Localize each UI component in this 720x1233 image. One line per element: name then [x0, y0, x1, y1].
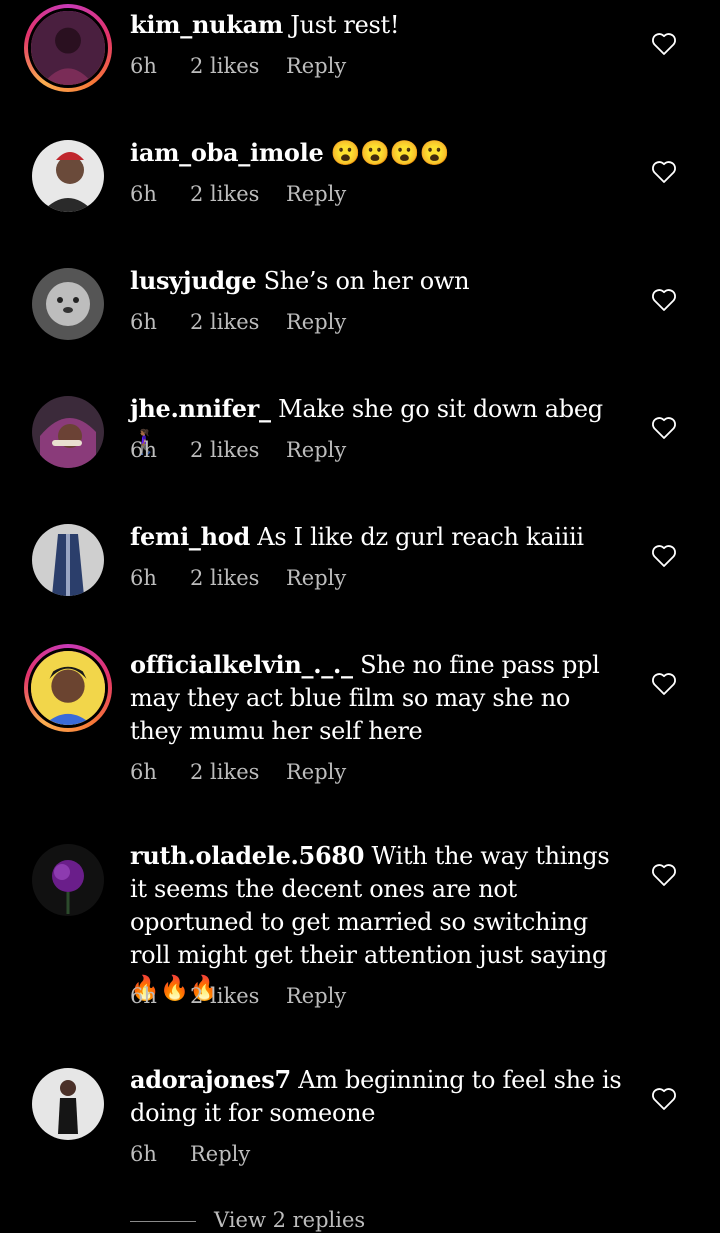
comment-meta: 6h Reply — [130, 1142, 250, 1166]
timestamp: 6h — [130, 760, 157, 784]
username[interactable]: ruth.oladele.5680 — [130, 841, 364, 870]
comment-meta: 6h 2 likes Reply — [130, 310, 346, 334]
comment-body: She’s on her own — [263, 267, 470, 295]
reply-button[interactable]: Reply — [190, 1142, 250, 1166]
username[interactable]: femi_hod — [130, 522, 250, 551]
username[interactable]: lusyjudge — [130, 266, 257, 295]
comment-meta: 6h 2 likes Reply — [130, 566, 346, 590]
comment-text: iam_oba_imole 😮😮😮😮 — [130, 136, 622, 170]
view-replies-button[interactable]: View 2 replies — [130, 1208, 365, 1232]
reply-button[interactable]: Reply — [286, 54, 346, 78]
timestamp: 6h — [130, 566, 157, 590]
heart-icon[interactable] — [651, 544, 677, 568]
divider — [130, 1221, 196, 1222]
comment-meta: 6h 2 likes Reply — [130, 760, 346, 784]
comment-body: 😮😮😮😮 — [330, 139, 450, 167]
comment-text: femi_hod As I like dz gurl reach kaiiii — [130, 520, 622, 554]
username[interactable]: officialkelvin_._._ — [130, 650, 353, 679]
comment-text: lusyjudge She’s on her own — [130, 264, 622, 298]
timestamp: 6h — [130, 310, 157, 334]
reply-button[interactable]: Reply — [286, 438, 346, 462]
comment-text: ruth.oladele.5680 With the way things it… — [130, 839, 622, 1005]
likes-count[interactable]: 2 likes — [190, 438, 286, 462]
username[interactable]: adorajones7 — [130, 1065, 291, 1094]
avatar[interactable] — [32, 844, 104, 916]
comment-text: kim_nukam Just rest! — [130, 8, 622, 42]
timestamp: 6h — [130, 54, 157, 78]
reply-button[interactable]: Reply — [286, 182, 346, 206]
reply-button[interactable]: Reply — [286, 760, 346, 784]
heart-icon[interactable] — [651, 672, 677, 696]
reply-button[interactable]: Reply — [286, 566, 346, 590]
likes-count[interactable]: 2 likes — [190, 54, 286, 78]
heart-icon[interactable] — [651, 416, 677, 440]
heart-icon[interactable] — [651, 863, 677, 887]
avatar[interactable] — [32, 1068, 104, 1140]
comment-meta: 6h 2 likes Reply — [130, 182, 346, 206]
timestamp: 6h — [130, 438, 157, 462]
avatar[interactable] — [32, 268, 104, 340]
avatar[interactable] — [24, 4, 112, 92]
reply-button[interactable]: Reply — [286, 984, 346, 1008]
heart-icon[interactable] — [651, 32, 677, 56]
username[interactable]: iam_oba_imole — [130, 138, 324, 167]
view-replies-label[interactable]: View 2 replies — [214, 1208, 365, 1232]
heart-icon[interactable] — [651, 1087, 677, 1111]
avatar[interactable] — [24, 644, 112, 732]
heart-icon[interactable] — [651, 160, 677, 184]
likes-count[interactable]: 2 likes — [190, 182, 286, 206]
avatar[interactable] — [32, 524, 104, 596]
avatar[interactable] — [32, 396, 104, 468]
comment-meta: 6h 2 likes Reply — [130, 54, 346, 78]
comment-meta: 6h 2 likes Reply — [130, 984, 346, 1008]
timestamp: 6h — [130, 182, 157, 206]
comment-body: As I like dz gurl reach kaiiii — [257, 523, 584, 551]
timestamp: 6h — [130, 1142, 157, 1166]
username[interactable]: kim_nukam — [130, 10, 283, 39]
comment-body: Just rest! — [290, 11, 400, 39]
username[interactable]: jhe.nnifer_ — [130, 394, 271, 423]
comment-text: officialkelvin_._._ She no fine pass ppl… — [130, 648, 622, 748]
likes-count[interactable]: 2 likes — [190, 310, 286, 334]
likes-count[interactable]: 2 likes — [190, 760, 286, 784]
comment-meta: 6h 2 likes Reply — [130, 438, 346, 462]
likes-count[interactable]: 2 likes — [190, 984, 286, 1008]
heart-icon[interactable] — [651, 288, 677, 312]
timestamp: 6h — [130, 984, 157, 1008]
likes-count[interactable]: 2 likes — [190, 566, 286, 590]
avatar[interactable] — [32, 140, 104, 212]
reply-button[interactable]: Reply — [286, 310, 346, 334]
comment-text: adorajones7 Am beginning to feel she is … — [130, 1063, 622, 1130]
